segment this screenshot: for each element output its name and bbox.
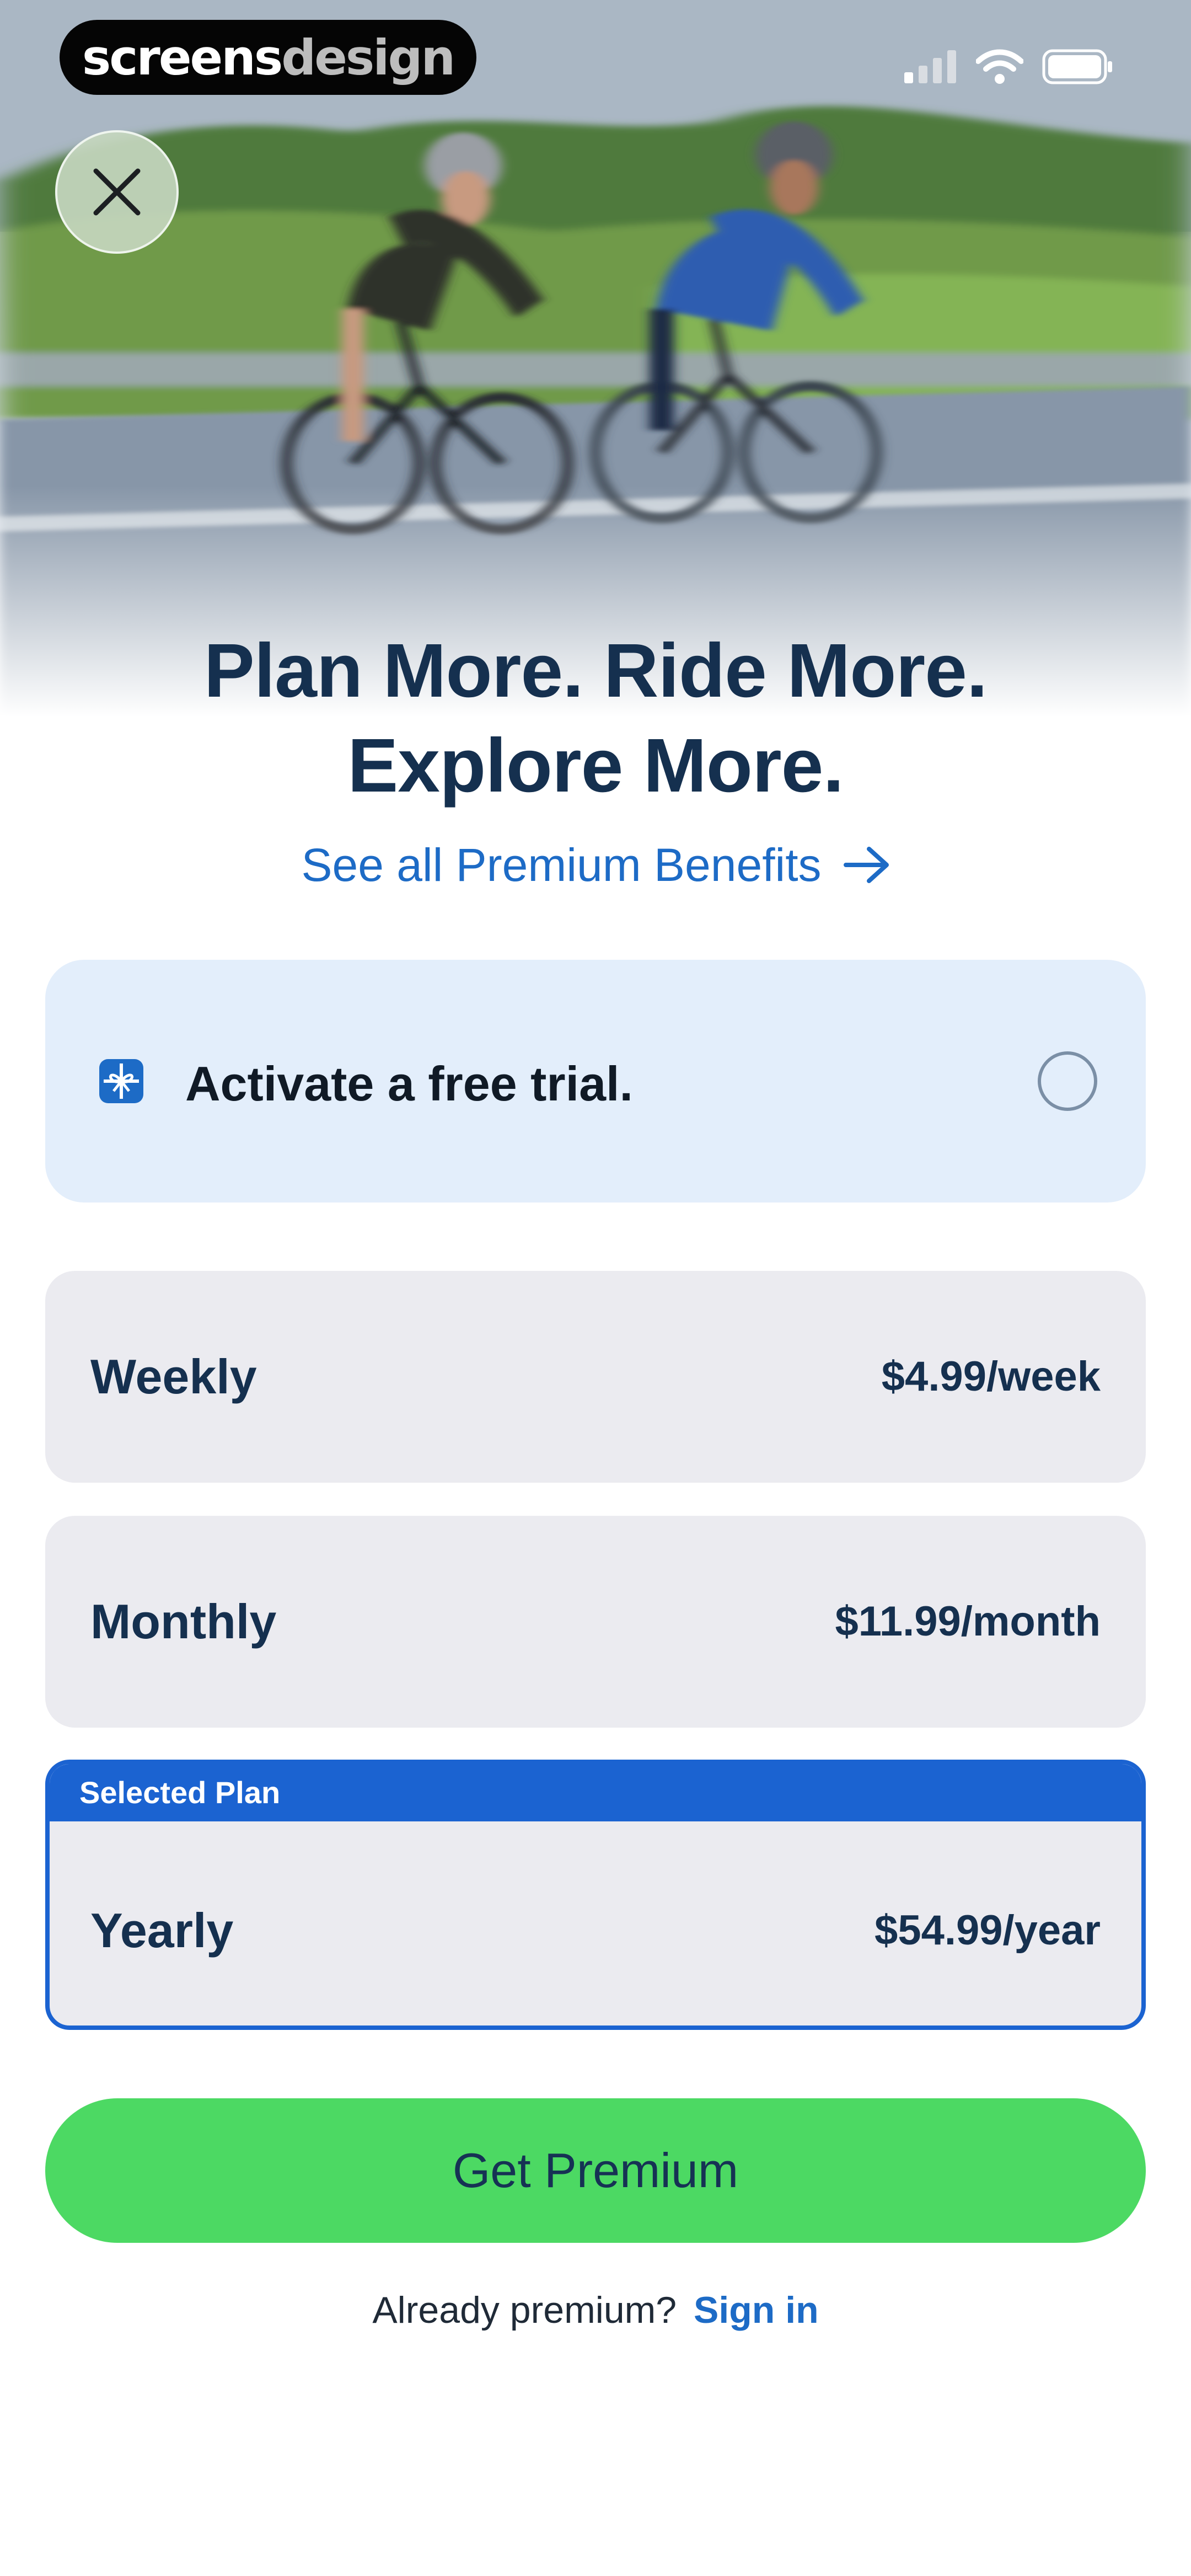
- hero-image: [0, 0, 1191, 717]
- signin-prompt: Already premium?: [372, 2289, 677, 2331]
- plan-price: $54.99/year: [875, 1907, 1101, 1954]
- brand-text-screens: screens: [82, 29, 283, 86]
- free-trial-radio[interactable]: [1038, 1051, 1097, 1111]
- see-benefits-link[interactable]: See all Premium Benefits: [0, 832, 1191, 898]
- close-icon: [93, 168, 141, 216]
- arrow-right-icon: [843, 847, 889, 883]
- free-trial-toggle[interactable]: Activate a free trial.: [45, 960, 1146, 1203]
- battery-icon: [1042, 49, 1112, 84]
- plan-option-monthly[interactable]: Monthly $11.99/month: [45, 1516, 1146, 1728]
- plan-option-weekly[interactable]: Weekly $4.99/week: [45, 1271, 1146, 1483]
- plan-price: $4.99/week: [881, 1353, 1101, 1400]
- cyclists-illustration: [0, 0, 1191, 717]
- page-title: Plan More. Ride More. Explore More.: [0, 623, 1191, 813]
- wifi-icon: [976, 49, 1023, 84]
- status-icons: [904, 47, 1114, 86]
- brand-logo-pill: screens design: [60, 20, 476, 95]
- brand-text-design: design: [281, 29, 455, 86]
- get-premium-button[interactable]: Get Premium: [45, 2098, 1146, 2243]
- plan-option-yearly[interactable]: Selected Plan Yearly $54.99/year: [45, 1760, 1146, 2030]
- selected-plan-badge: Selected Plan: [50, 1764, 1141, 1821]
- signin-row: Already premium? Sign in: [0, 2277, 1191, 2343]
- title-line-1: Plan More. Ride More.: [203, 628, 988, 713]
- plan-name: Monthly: [90, 1594, 277, 1649]
- gift-icon: [99, 1059, 143, 1103]
- free-trial-label: Activate a free trial.: [185, 1056, 633, 1111]
- cellular-signal-icon: [904, 50, 956, 83]
- plan-name: Yearly: [90, 1903, 234, 1958]
- paywall-screen: screens design Plan More. Ride More. Expl…: [0, 0, 1191, 2576]
- plan-name: Weekly: [90, 1349, 257, 1404]
- plan-price: $11.99/month: [835, 1598, 1101, 1645]
- see-benefits-label: See all Premium Benefits: [301, 839, 822, 891]
- close-button[interactable]: [55, 130, 179, 254]
- sign-in-link[interactable]: Sign in: [694, 2289, 819, 2331]
- title-line-2: Explore More.: [347, 723, 844, 808]
